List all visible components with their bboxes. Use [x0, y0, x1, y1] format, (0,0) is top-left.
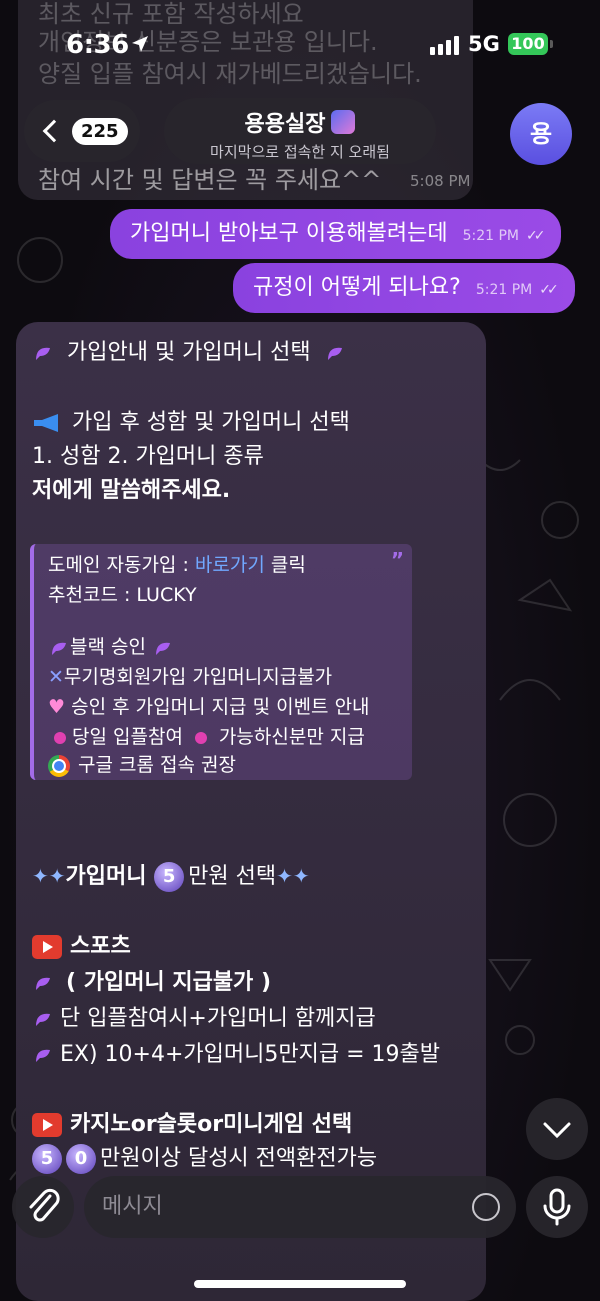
signup-link[interactable]: 바로가기 — [195, 554, 265, 576]
chat-name: 용용실장 — [244, 112, 326, 137]
network-type: 5G — [468, 32, 500, 56]
purple-swirl-icon — [36, 347, 50, 360]
battery-tip — [550, 40, 553, 48]
purple-swirl-icon — [36, 1013, 50, 1026]
quote-line: ♥ 승인 후 가입머니 지급 및 이벤트 안내 — [48, 696, 370, 718]
quote-line: 추천코드 : LUCKY — [48, 584, 197, 606]
money-title: ✦✦가입머니 5 만원 선택✦✦ — [32, 858, 310, 892]
sports-title: 스포츠 — [32, 928, 131, 960]
hearts-icon: ♥ — [48, 696, 66, 718]
message-time: 5:21 PM — [475, 282, 533, 298]
character-emoji-icon — [331, 110, 356, 134]
message-text: 규정이 어떻게 되나요? — [253, 275, 461, 300]
play-button-icon — [32, 935, 62, 959]
quote-line: 구글 크롬 접속 권장 — [48, 750, 236, 777]
purple-swirl-icon — [36, 977, 50, 990]
cellular-signal-icon — [430, 36, 459, 55]
location-arrow-icon — [132, 36, 148, 52]
outgoing-message[interactable]: 규정이 어떻게 되나요? 5:21 PM ✓✓ — [233, 263, 575, 313]
purple-swirl-icon — [327, 347, 342, 360]
chevron-left-icon — [42, 119, 66, 143]
outgoing-message[interactable]: 가입머니 받아보구 이용해볼려는데 5:21 PM ✓✓ — [110, 209, 562, 259]
chat-title-button[interactable]: 용용실장 마지막으로 접속한 지 오래됨 — [164, 98, 436, 164]
microphone-button[interactable] — [526, 1176, 588, 1238]
message-heading: 가입안내 및 가입머니 선택 — [32, 334, 346, 366]
chat-last-seen: 마지막으로 접속한 지 오래됨 — [210, 143, 390, 161]
status-time: 6:36 — [66, 30, 129, 60]
unread-count-badge: 225 — [72, 117, 128, 145]
home-indicator — [194, 1280, 406, 1288]
section-line-bold: 저에게 말씀해주세요. — [32, 478, 231, 503]
quote-line: 당일 입플참여 가능하신분만 지급 — [48, 722, 365, 749]
purple-swirl-icon — [156, 642, 171, 655]
status-bar: 6:36 5G 100 — [0, 0, 600, 90]
double-check-icon: ✓✓ — [539, 282, 559, 298]
casino-line: 5 0 만원이상 달성시 전액환전가능 — [32, 1140, 377, 1174]
sticker-icon[interactable] — [472, 1193, 500, 1221]
megaphone-icon — [34, 414, 58, 432]
purple-swirl-icon — [36, 1049, 50, 1062]
cross-icon: ✕ — [48, 666, 64, 688]
chrome-icon — [48, 754, 70, 777]
sports-line: ( 가입머니 지급불가 ) — [32, 964, 271, 996]
chevron-down-icon — [543, 1122, 571, 1139]
section-title: 가입 후 성함 및 가입머니 선택 — [32, 404, 350, 436]
quote-line: ✕무기명회원가입 가입머니지급불가 — [48, 666, 333, 688]
message-placeholder: 메시지 — [102, 1194, 163, 1219]
sports-line: 단 입플참여시+가입머니 함께지급 — [32, 1000, 376, 1032]
double-check-icon: ✓✓ — [526, 228, 546, 244]
sparkle-icon: ✦✦ — [32, 864, 66, 888]
number-badge-icon: 0 — [66, 1144, 96, 1174]
microphone-icon — [543, 1188, 571, 1226]
message-time: 5:21 PM — [462, 228, 520, 244]
play-button-icon — [32, 1113, 62, 1137]
quote-mark-icon: ” — [390, 548, 404, 572]
number-badge-icon: 5 — [32, 1144, 62, 1174]
avatar[interactable]: 용 — [510, 103, 572, 165]
previous-message-line: 참여 시간 및 답변은 꼭 주세요^^ — [38, 166, 382, 194]
number-badge-icon: 5 — [154, 862, 185, 892]
quote-line: 도메인 자동가입 : 바로가기 클릭 — [48, 554, 306, 576]
pink-dot-icon — [194, 731, 207, 744]
sparkle-icon: ✦✦ — [276, 864, 310, 888]
previous-message-time: 5:08 PM — [410, 172, 471, 190]
attach-button[interactable] — [12, 1176, 74, 1238]
paperclip-icon — [29, 1188, 60, 1222]
quote-block: ” 도메인 자동가입 : 바로가기 클릭 추천코드 : LUCKY 블랙 승인 … — [30, 544, 412, 780]
battery-icon: 100 — [508, 33, 548, 55]
pink-dot-icon — [54, 731, 66, 744]
sports-line: EX) 10+4+가입머니5만지급 = 19출발 — [32, 1036, 440, 1068]
message-input[interactable]: 메시지 — [84, 1176, 516, 1238]
purple-swirl-icon — [52, 642, 66, 655]
message-text: 가입머니 받아보구 이용해볼려는데 — [130, 221, 448, 246]
casino-title: 카지노or슬롯or미니게임 선택 — [32, 1106, 352, 1138]
incoming-message[interactable]: 가입안내 및 가입머니 선택 가입 후 성함 및 가입머니 선택 1. 성함 2… — [16, 322, 486, 1301]
section-line: 1. 성함 2. 가입머니 종류 — [32, 444, 264, 469]
back-button[interactable]: 225 — [24, 100, 140, 162]
quote-line: 블랙 승인 — [48, 632, 174, 659]
scroll-to-bottom-button[interactable] — [526, 1098, 588, 1160]
